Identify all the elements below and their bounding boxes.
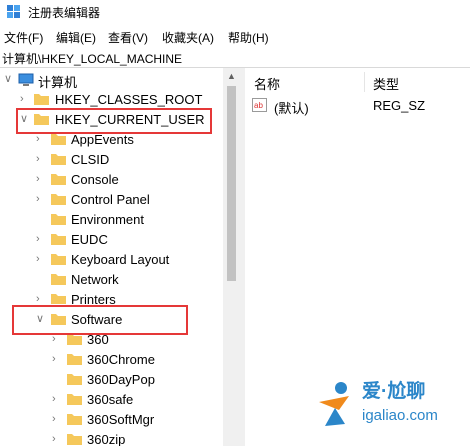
column-header-type[interactable]: 类型 (373, 74, 399, 93)
folder-icon (51, 274, 66, 285)
column-divider[interactable] (364, 72, 365, 92)
folder-icon (67, 414, 82, 425)
tree-label: Network (71, 272, 119, 287)
highlight-box-software (12, 305, 188, 335)
tree-label: Control Panel (71, 192, 150, 207)
menu-favorites[interactable]: 收藏夹(A) (162, 29, 214, 46)
tree-item-control-panel[interactable]: › Control Panel (0, 190, 223, 210)
chevron-right-icon[interactable]: › (52, 393, 62, 405)
value-type: REG_SZ (373, 98, 426, 113)
regedit-app-icon (7, 5, 20, 18)
tree-label: Console (71, 172, 119, 187)
folder-icon (67, 394, 82, 405)
chevron-right-icon[interactable]: › (52, 433, 62, 445)
chevron-right-icon[interactable]: › (36, 293, 46, 304)
tree-scrollbar[interactable]: ▲ (223, 68, 240, 446)
folder-icon (51, 174, 66, 185)
tree-item-360daypop[interactable]: 360DayPop (0, 370, 223, 390)
tree-label: 360Chrome (87, 352, 155, 367)
chevron-right-icon[interactable]: › (36, 153, 46, 165)
folder-icon (34, 94, 49, 105)
chevron-right-icon[interactable]: › (36, 173, 46, 185)
chevron-down-icon[interactable]: ∨ (4, 73, 14, 85)
tree-label: CLSID (71, 152, 110, 167)
watermark-title: 爱·尬聊 (362, 381, 426, 402)
title-bar: 注册表编辑器 (0, 0, 470, 24)
tree-label: Keyboard Layout (71, 252, 170, 267)
address-path[interactable]: 计算机\HKEY_LOCAL_MACHINE (2, 50, 182, 67)
window-title: 注册表编辑器 (28, 6, 101, 20)
tree-item-360safe[interactable]: › 360safe (0, 390, 223, 410)
chevron-right-icon[interactable]: › (36, 193, 46, 205)
chevron-right-icon[interactable]: › (52, 353, 62, 365)
tree-label: 360safe (87, 392, 134, 407)
tree-label: Environment (71, 212, 144, 227)
tree-label: 360SoftMgr (87, 412, 155, 427)
menu-bar: 文件(F) 编辑(E) 查看(V) 收藏夹(A) 帮助(H) (0, 26, 470, 46)
tree-item-computer[interactable]: ∨ 计算机 (0, 70, 223, 90)
folder-icon (51, 194, 66, 205)
tree-item-eudc[interactable]: › EUDC (0, 230, 223, 250)
tree-item-hkcr[interactable]: › HKEY_CLASSES_ROOT (0, 90, 223, 110)
folder-icon (67, 374, 82, 385)
tree-label: Printers (71, 292, 116, 304)
tree-item-360zip[interactable]: › 360zip (0, 430, 223, 446)
tree-item-keyboard-layout[interactable]: › Keyboard Layout (0, 250, 223, 270)
tree-item-360softmgr[interactable]: › 360SoftMgr (0, 410, 223, 430)
folder-icon (51, 134, 66, 145)
folder-icon (51, 234, 66, 245)
tree-label: 360DayPop (87, 372, 155, 387)
chevron-right-icon[interactable]: › (52, 413, 62, 425)
menu-view[interactable]: 查看(V) (108, 29, 148, 46)
tree-item-360chrome[interactable]: › 360Chrome (0, 350, 223, 370)
folder-icon (51, 154, 66, 165)
watermark: 爱·尬聊 igaliao.com (315, 376, 465, 440)
computer-icon (18, 73, 34, 86)
address-bar[interactable]: 计算机\HKEY_LOCAL_MACHINE (0, 47, 470, 68)
menu-help[interactable]: 帮助(H) (228, 29, 269, 46)
tree-item-printers[interactable]: › Printers (0, 290, 223, 304)
menu-edit[interactable]: 编辑(E) (56, 29, 96, 46)
tree-label: 计算机 (38, 75, 78, 90)
tree-item-network[interactable]: Network (0, 270, 223, 290)
chevron-right-icon[interactable]: › (36, 233, 46, 245)
ab-string-icon: ab (252, 98, 267, 112)
value-name[interactable]: (默认) (274, 98, 309, 117)
tree-item-environment[interactable]: Environment (0, 210, 223, 230)
pane-splitter[interactable] (240, 68, 245, 446)
folder-icon (67, 354, 82, 365)
folder-icon (51, 254, 66, 265)
chevron-right-icon[interactable]: › (20, 93, 30, 105)
scroll-thumb[interactable] (227, 86, 236, 281)
tree-item-clsid[interactable]: › CLSID (0, 150, 223, 170)
chevron-right-icon[interactable]: › (36, 253, 46, 265)
column-header-name[interactable]: 名称 (254, 74, 280, 93)
tree-label: EUDC (71, 232, 108, 247)
folder-icon (51, 214, 66, 225)
tree-label: AppEvents (71, 132, 134, 147)
svg-text:ab: ab (254, 101, 263, 110)
folder-icon (51, 294, 66, 304)
tree-label: 360zip (87, 432, 126, 446)
tree-label: HKEY_CLASSES_ROOT (55, 92, 203, 107)
scroll-up-arrow-icon[interactable]: ▲ (223, 68, 240, 85)
chevron-right-icon[interactable]: › (36, 133, 46, 145)
watermark-logo-icon (319, 382, 349, 426)
folder-icon (67, 434, 82, 445)
highlight-box-hkcu (16, 108, 212, 134)
menu-file[interactable]: 文件(F) (4, 29, 43, 46)
tree-item-console[interactable]: › Console (0, 170, 223, 190)
watermark-url: igaliao.com (362, 407, 438, 424)
